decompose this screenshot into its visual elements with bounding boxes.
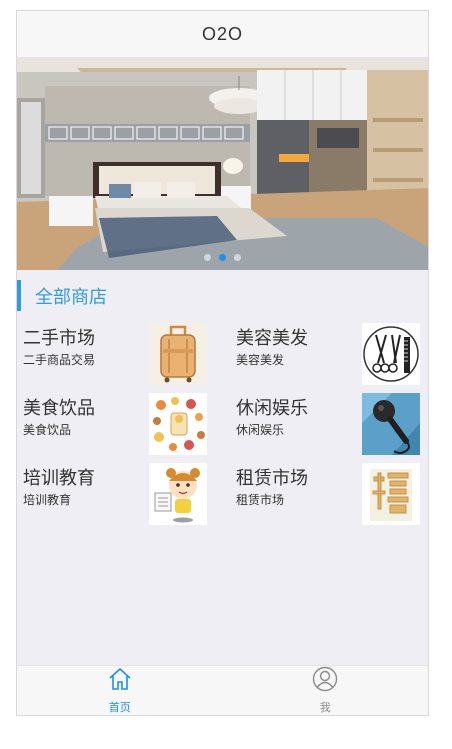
section-header: 全部商店: [17, 280, 428, 311]
store-name: 培训教育: [23, 468, 95, 488]
tab-me[interactable]: 我: [223, 666, 429, 715]
store-desc: 二手商品交易: [23, 353, 96, 367]
carousel-dot[interactable]: [204, 254, 211, 261]
microphone-icon: [362, 393, 420, 455]
tab-me-label: 我: [319, 702, 331, 714]
store-desc: 美容美发: [236, 353, 285, 367]
store-name: 美食饮品: [23, 398, 95, 418]
section-title: 全部商店: [35, 286, 107, 307]
store-name: 美容美发: [236, 328, 308, 348]
phone-frame: O2O 全部商店 二手市场 二手商品交易 美容美发 美容美发 美食饮品 美食饮品…: [16, 10, 429, 716]
store-desc: 培训教育: [23, 493, 72, 507]
store-item-second-hand[interactable]: 二手市场 二手商品交易: [17, 321, 217, 387]
tab-home-label: 首页: [108, 702, 131, 714]
store-item-education[interactable]: 培训教育 培训教育: [17, 461, 217, 527]
page-title: O2O: [201, 23, 243, 44]
section-accent-bar: [17, 280, 21, 311]
home-icon: [107, 666, 133, 697]
store-name: 休闲娱乐: [236, 398, 308, 418]
scissors-comb-icon: [362, 323, 420, 385]
carousel-dot[interactable]: [234, 254, 241, 261]
carousel-dot-active[interactable]: [219, 254, 226, 261]
student-cartoon-icon: [149, 463, 207, 525]
store-name: 二手市场: [23, 328, 95, 348]
banner-carousel[interactable]: [17, 58, 428, 270]
store-item-food[interactable]: 美食饮品 美食饮品: [17, 391, 217, 457]
tab-bar: 首页 我: [17, 665, 428, 715]
rent-character-icon: [362, 463, 420, 525]
store-item-rental[interactable]: 租赁市场 租赁市场: [230, 461, 428, 527]
carousel-indicators: [17, 254, 428, 261]
tab-home[interactable]: 首页: [17, 666, 223, 715]
store-item-beauty[interactable]: 美容美发 美容美发: [230, 321, 428, 387]
store-name: 租赁市场: [236, 468, 308, 488]
user-icon: [312, 666, 338, 697]
luggage-icon: [149, 323, 207, 385]
store-desc: 美食饮品: [23, 423, 72, 437]
store-desc: 休闲娱乐: [236, 423, 285, 437]
store-desc: 租赁市场: [236, 493, 285, 507]
store-item-leisure[interactable]: 休闲娱乐 休闲娱乐: [230, 391, 428, 457]
bedroom-interior-photo: [17, 58, 428, 270]
navbar: O2O: [17, 11, 428, 58]
food-collage-icon: [149, 393, 207, 455]
